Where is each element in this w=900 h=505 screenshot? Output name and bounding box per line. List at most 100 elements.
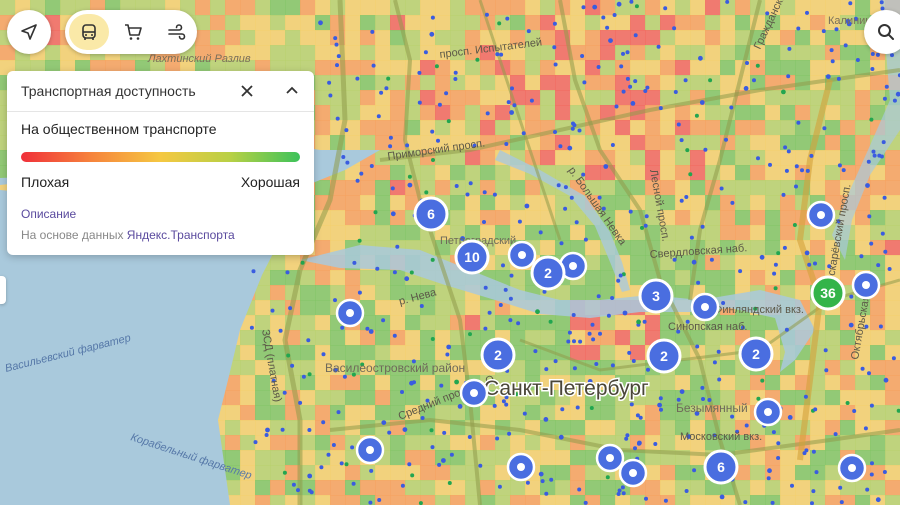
stop-point [563, 185, 568, 190]
heatmap-cell [855, 480, 871, 496]
heatmap-cell [225, 435, 241, 451]
heatmap-cell [420, 480, 436, 496]
heatmap-cell [525, 210, 541, 226]
stop-point [307, 473, 313, 479]
heatmap-cell [360, 465, 376, 481]
stop-point [601, 15, 606, 20]
heatmap-cell [765, 120, 781, 136]
stop-point [454, 379, 459, 385]
stop-point [575, 405, 580, 410]
air-mode-button[interactable] [157, 14, 197, 50]
heatmap-cell [855, 120, 871, 136]
heatmap-cell [435, 180, 451, 196]
heatmap-cell [360, 195, 376, 211]
source-link[interactable]: Яндекс.Транспорта [127, 228, 235, 242]
stop-point [540, 479, 545, 484]
heatmap-cell [510, 270, 526, 286]
heatmap-cell [600, 405, 616, 421]
stop-point [634, 4, 639, 9]
search-button[interactable] [864, 10, 900, 54]
heatmap-cell [450, 60, 466, 76]
heatmap-cell [705, 120, 721, 136]
heatmap-cell [390, 105, 406, 121]
heatmap-cell [525, 495, 541, 505]
heatmap-cell [540, 450, 556, 466]
stop-point [326, 452, 331, 457]
stop-point [882, 96, 887, 101]
heatmap-cell [735, 15, 751, 31]
heatmap-cell [375, 480, 391, 496]
heatmap-cell [660, 465, 676, 481]
heatmap-cell [675, 150, 691, 166]
stop-point [879, 154, 884, 159]
heatmap-cell [825, 105, 841, 121]
stop-point [644, 496, 648, 501]
heatmap-cell [315, 330, 331, 346]
stop-point [453, 70, 458, 75]
close-button[interactable] [236, 80, 258, 102]
navigation-button[interactable] [7, 10, 51, 54]
heatmap-cell [585, 75, 601, 91]
heatmap-cell [645, 0, 661, 16]
heatmap-cell [780, 165, 796, 181]
stop-point [355, 76, 360, 81]
cluster-marker: 3 [638, 278, 674, 314]
heatmap-cell [315, 405, 331, 421]
heatmap-cell [495, 105, 511, 121]
heatmap-cell [660, 0, 676, 16]
heatmap-cell [825, 150, 841, 166]
heatmap-cell [675, 105, 691, 121]
heatmap-cell [480, 465, 496, 481]
heatmap-cell [705, 15, 721, 31]
heatmap-cell [375, 345, 391, 361]
side-panel-tab[interactable] [0, 276, 6, 304]
stop-point [633, 446, 637, 451]
heatmap-cell [450, 15, 466, 31]
heatmap-cell [450, 0, 466, 16]
heatmap-cell [630, 180, 646, 196]
heatmap-cell [840, 135, 856, 151]
heatmap-cell [630, 240, 646, 256]
heatmap-cell [555, 360, 571, 376]
collapse-button[interactable] [281, 80, 303, 102]
heatmap-cell [345, 495, 361, 505]
heatmap-cell [750, 120, 766, 136]
heatmap-cell [735, 105, 751, 121]
stop-point [344, 462, 349, 467]
stop-point [756, 156, 760, 161]
heatmap-cell [630, 165, 646, 181]
heatmap-cell [315, 60, 331, 76]
heatmap-cell [615, 405, 631, 421]
stop-point [419, 304, 424, 308]
heatmap-cell [345, 15, 361, 31]
heatmap-cell [450, 195, 466, 211]
panel-title: Транспортная доступность [21, 83, 196, 99]
heatmap-cell [720, 60, 736, 76]
description-link[interactable]: Описание [21, 207, 76, 221]
heatmap-cell [630, 30, 646, 46]
shops-mode-button[interactable] [113, 14, 153, 50]
single-stop-marker [507, 240, 537, 270]
heatmap-cell [840, 150, 856, 166]
heatmap-cell [690, 30, 706, 46]
heatmap-cell [345, 345, 361, 361]
heatmap-cell [780, 390, 796, 406]
heatmap-cell [435, 105, 451, 121]
stop-point [643, 223, 648, 228]
heatmap-cell [885, 375, 900, 391]
transport-mode-button[interactable] [69, 14, 109, 50]
heatmap-cell [495, 0, 511, 16]
heatmap-cell [510, 480, 526, 496]
stop-point [717, 377, 722, 382]
heatmap-cell [240, 30, 256, 46]
stop-point [434, 64, 439, 69]
heatmap-cell [750, 375, 766, 391]
heatmap-cell [435, 465, 451, 481]
stop-point [376, 114, 381, 119]
stop-point [695, 344, 700, 349]
stop-point [624, 436, 629, 441]
heatmap-cell [495, 120, 511, 136]
heatmap-cell [435, 375, 451, 391]
heatmap-cell [375, 330, 391, 346]
heatmap-cell [540, 15, 556, 31]
